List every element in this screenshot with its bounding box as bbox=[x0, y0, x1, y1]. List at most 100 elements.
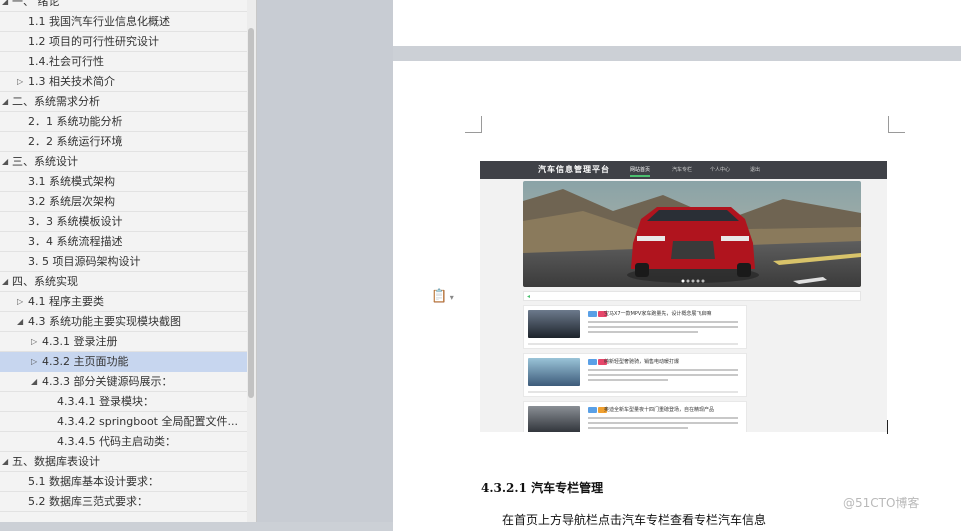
card-tag bbox=[588, 359, 597, 365]
document-page[interactable]: 汽车信息管理平台 网站首页 汽车专栏 个人中心 退出 ◂ 宝马X7一款MPV家车… bbox=[393, 61, 961, 531]
card-text-line bbox=[588, 369, 738, 371]
expanded-triangle-icon[interactable]: ◢ bbox=[2, 452, 8, 471]
nav-item-label: 1.1 我国汽车行业信息化概述 bbox=[28, 15, 170, 28]
embedded-nav-item: 汽车专栏 bbox=[672, 167, 693, 173]
expanded-triangle-icon[interactable]: ◢ bbox=[2, 0, 8, 11]
nav-item-label: 2．1 系统功能分析 bbox=[28, 115, 123, 128]
embedded-nav-item: 个人中心 bbox=[710, 167, 731, 173]
embedded-news-card: 宝马X7一款MPV家车跑量先，设计概念展飞启嘛 bbox=[523, 305, 747, 349]
nav-item[interactable]: 4.3.4.2 springboot 全局配置文件... bbox=[0, 412, 247, 432]
nav-item[interactable]: 5.1 数据库基本设计要求： bbox=[0, 472, 247, 492]
nav-item-label: 3．3 系统模板设计 bbox=[28, 215, 123, 228]
nav-item-label: 四、系统实现 bbox=[12, 275, 78, 288]
card-text-line bbox=[588, 326, 738, 328]
nav-item-label: 1.4.社会可行性 bbox=[28, 55, 104, 68]
expanded-triangle-icon[interactable]: ◢ bbox=[2, 272, 8, 291]
card-thumbnail bbox=[528, 310, 580, 338]
card-tag bbox=[588, 407, 597, 413]
nav-item[interactable]: ▷ 4.3.1 登录注册 bbox=[0, 332, 247, 352]
embedded-car-banner bbox=[523, 181, 861, 287]
card-thumbnail bbox=[528, 358, 580, 386]
nav-item-label: 5.1 数据库基本设计要求： bbox=[28, 475, 159, 488]
nav-item[interactable]: ◢ 三、系统设计 bbox=[0, 152, 247, 172]
margin-corner-left bbox=[465, 116, 482, 133]
nav-item[interactable]: ◢ 一、 绪论 bbox=[0, 0, 247, 12]
nav-item-label: 二、系统需求分析 bbox=[12, 95, 100, 108]
card-text-line bbox=[588, 417, 738, 419]
nav-item-label: 3. 5 项目源码架构设计 bbox=[28, 255, 141, 268]
nav-item[interactable]: 1.2 项目的可行性研究设计 bbox=[0, 32, 247, 52]
card-text-line bbox=[588, 321, 738, 323]
card-meta-line bbox=[528, 391, 738, 393]
nav-item[interactable]: 3. 5 项目源码架构设计 bbox=[0, 252, 247, 272]
nav-item[interactable]: ▷ 4.1 程序主要类 bbox=[0, 292, 247, 312]
nav-item-label: 3.1 系统模式架构 bbox=[28, 175, 115, 188]
collapsed-triangle-icon[interactable]: ▷ bbox=[17, 72, 23, 91]
embedded-nav-item: 退出 bbox=[750, 167, 761, 173]
nav-item[interactable]: ▷ 1.3 相关技术简介 bbox=[0, 72, 247, 92]
nav-item[interactable]: 3．3 系统模板设计 bbox=[0, 212, 247, 232]
nav-item-label: 5.2 数据库三范式要求： bbox=[28, 495, 148, 508]
card-text-line bbox=[588, 427, 688, 429]
nav-item[interactable]: ◢ 4.3 系统功能主要实现模块截图 bbox=[0, 312, 247, 332]
nav-item[interactable]: 3.1 系统模式架构 bbox=[0, 172, 247, 192]
nav-item-label: 4.3.3 部分关键源码展示： bbox=[42, 375, 173, 388]
notice-speaker-icon: ◂ bbox=[527, 293, 531, 300]
nav-item[interactable]: 3．4 系统流程描述 bbox=[0, 232, 247, 252]
embedded-screenshot[interactable]: 汽车信息管理平台 网站首页 汽车专栏 个人中心 退出 ◂ 宝马X7一款MPV家车… bbox=[480, 161, 887, 432]
body-paragraph: 在首页上方导航栏点击汽车专栏查看专栏汽车信息 bbox=[502, 513, 767, 527]
nav-item-label: 4.3.2 主页面功能 bbox=[42, 355, 129, 368]
collapsed-triangle-icon[interactable]: ▷ bbox=[31, 332, 37, 351]
watermark: @51CTO博客 bbox=[843, 496, 920, 510]
nav-item[interactable]: 4.3.4.5 代码主启动类： bbox=[0, 432, 247, 452]
expanded-triangle-icon[interactable]: ◢ bbox=[17, 312, 23, 331]
workspace-gutter bbox=[257, 0, 393, 522]
embedded-header: 汽车信息管理平台 网站首页 汽车专栏 个人中心 退出 bbox=[480, 161, 887, 179]
section-heading: 4.3.2.1 汽车专栏管理 bbox=[481, 481, 604, 495]
collapsed-triangle-icon[interactable]: ▷ bbox=[17, 292, 23, 311]
nav-item[interactable]: 2．1 系统功能分析 bbox=[0, 112, 247, 132]
expanded-triangle-icon[interactable]: ◢ bbox=[31, 372, 37, 391]
navigation-pane: ◢ 一、 绪论 1.1 我国汽车行业信息化概述 1.2 项目的可行性研究设计 1.4.社… bbox=[0, 0, 257, 522]
embedded-news-card: 纯新轻型奢驰骑，销售电动暖打爆 bbox=[523, 353, 747, 397]
nav-item-label: 1.2 项目的可行性研究设计 bbox=[28, 35, 159, 48]
embedded-notice-bar: ◂ bbox=[523, 291, 861, 301]
expanded-triangle-icon[interactable]: ◢ bbox=[2, 152, 8, 171]
nav-item-label: 4.3 系统功能主要实现模块截图 bbox=[28, 315, 181, 328]
expanded-triangle-icon[interactable]: ◢ bbox=[2, 92, 8, 111]
card-thumbnail bbox=[528, 406, 580, 432]
nav-item-label: 4.3.4.5 代码主启动类： bbox=[57, 435, 176, 448]
embedded-news-card: 奥迪全新车型量夜十四门重磅登场，自在精现产品 bbox=[523, 401, 747, 432]
card-text-line bbox=[588, 331, 698, 333]
nav-item-label: 3.2 系统层次架构 bbox=[28, 195, 115, 208]
nav-item-label: 3．4 系统流程描述 bbox=[28, 235, 123, 248]
nav-item[interactable]: 5.2 数据库三范式要求： bbox=[0, 492, 247, 512]
nav-item[interactable]: 1.4.社会可行性 bbox=[0, 52, 247, 72]
text-cursor bbox=[887, 420, 888, 434]
nav-item-label: 4.3.1 登录注册 bbox=[42, 335, 118, 348]
nav-item-label: 五、数据库表设计 bbox=[12, 455, 100, 468]
card-text-line bbox=[588, 379, 668, 381]
nav-item[interactable]: 4.3.4.1 登录模块： bbox=[0, 392, 247, 412]
card-title: 奥迪全新车型量夜十四门重磅登场，自在精现产品 bbox=[604, 407, 715, 413]
nav-item[interactable]: ▷ 4.3.2 主页面功能 bbox=[0, 352, 247, 372]
nav-item[interactable]: ◢ 二、系统需求分析 bbox=[0, 92, 247, 112]
nav-item[interactable]: 2．2 系统运行环境 bbox=[0, 132, 247, 152]
nav-item[interactable]: 1.1 我国汽车行业信息化概述 bbox=[0, 12, 247, 32]
nav-item[interactable]: ◢ 五、数据库表设计 bbox=[0, 452, 247, 472]
nav-item[interactable]: 3.2 系统层次架构 bbox=[0, 192, 247, 212]
nav-item-label: 一、 绪论 bbox=[12, 0, 60, 8]
nav-item[interactable]: ◢ 四、系统实现 bbox=[0, 272, 247, 292]
embedded-app-title: 汽车信息管理平台 bbox=[538, 165, 610, 174]
nav-item-label: 4.3.4.2 springboot 全局配置文件... bbox=[57, 415, 238, 428]
nav-item-label: 三、系统设计 bbox=[12, 155, 78, 168]
nav-scrollbar[interactable] bbox=[247, 0, 256, 522]
card-title: 宝马X7一款MPV家车跑量先，设计概念展飞启嘛 bbox=[604, 311, 712, 317]
previous-page bbox=[393, 0, 961, 46]
paste-options-icon[interactable]: 📋 ▾ bbox=[431, 289, 454, 304]
nav-item-label: 4.3.4.1 登录模块： bbox=[57, 395, 154, 408]
nav-scrollbar-thumb[interactable] bbox=[248, 28, 254, 398]
card-text-line bbox=[588, 422, 738, 424]
collapsed-triangle-icon[interactable]: ▷ bbox=[31, 352, 37, 371]
nav-item[interactable]: ◢ 4.3.3 部分关键源码展示： bbox=[0, 372, 247, 392]
